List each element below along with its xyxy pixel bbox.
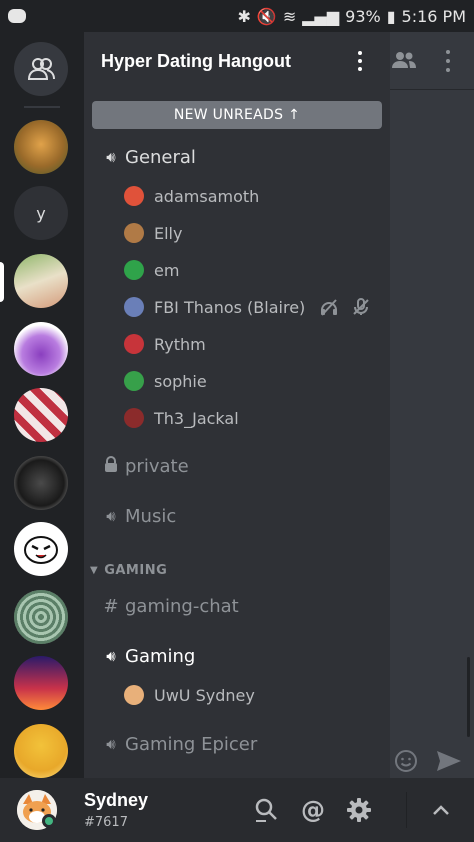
voice-user[interactable]: adamsamoth <box>84 181 390 211</box>
chevron-down-icon: ▼ <box>90 564 99 576</box>
channel-label: Gaming Epicer <box>125 733 258 755</box>
search-button[interactable] <box>252 796 280 824</box>
avatar <box>124 685 144 705</box>
signal-icon: ▂▄▆ <box>302 6 340 26</box>
voice-user-name: FBI Thanos (Blaire) <box>154 297 306 317</box>
muted-mic-icon <box>353 298 369 315</box>
voice-user[interactable]: UwU Sydney <box>84 680 390 710</box>
channel-label: private <box>125 455 189 477</box>
chat-scrollbar[interactable] <box>467 657 470 737</box>
chat-preview <box>390 32 474 778</box>
angry-face-icon <box>24 536 58 564</box>
bluetooth-icon: ✱ <box>237 6 251 26</box>
voice-user-name: Rythm <box>154 334 206 354</box>
speaker-icon: 🔊︎ <box>106 507 116 525</box>
avatar <box>124 371 144 391</box>
battery-icon: ▮ <box>386 6 396 26</box>
server-menu-icon[interactable] <box>350 49 370 73</box>
avatar <box>124 186 144 206</box>
discord-notification-icon <box>8 9 26 23</box>
channel-label: Music <box>125 505 177 527</box>
voice-channel-gaming[interactable]: 🔊︎ Gaming <box>84 640 390 672</box>
chevron-up-icon <box>433 805 449 815</box>
avatar <box>124 297 144 317</box>
hash-icon: # <box>103 595 119 617</box>
voice-channel-general[interactable]: 🔊︎ General <box>84 141 390 173</box>
category-gaming[interactable]: ▼ GAMING <box>84 558 390 582</box>
members-icon[interactable] <box>392 50 416 70</box>
username: Sydney <box>84 790 149 810</box>
battery-level: 93% <box>345 6 381 26</box>
voice-user[interactable]: em <box>84 255 390 285</box>
channel-panel: Hyper Dating Hangout NEW UNREADS ↑ 🔊︎ Ge… <box>84 32 390 778</box>
voice-user[interactable]: Rythm <box>84 329 390 359</box>
user-discriminator: #7617 <box>84 815 128 830</box>
voice-user-name: sophie <box>154 371 207 391</box>
mute-icon: 🔇 <box>256 6 277 26</box>
voice-user-name: Elly <box>154 223 183 243</box>
emoji-icon[interactable] <box>394 749 418 773</box>
avatar <box>124 334 144 354</box>
voice-user-name: Th3_Jackal <box>154 408 239 428</box>
server-rail: y <box>0 32 84 778</box>
search-icon <box>255 798 277 822</box>
userbar-divider <box>406 792 407 828</box>
server-icon-purple-girl[interactable] <box>14 322 68 376</box>
server-icon-yellow[interactable] <box>14 724 68 778</box>
server-title: Hyper Dating Hangout <box>101 50 292 71</box>
friends-home-button[interactable] <box>14 42 68 96</box>
mentions-button[interactable]: @ <box>299 796 327 824</box>
channel-label: gaming-chat <box>125 595 239 617</box>
voice-user-name: UwU Sydney <box>154 685 255 705</box>
gear-icon <box>347 798 371 822</box>
voice-user[interactable]: Th3_Jackal <box>84 403 390 433</box>
server-icon-face[interactable] <box>14 522 68 576</box>
voice-user[interactable]: FBI Thanos (Blaire) <box>84 292 390 322</box>
send-icon[interactable] <box>436 749 462 773</box>
text-channel-gaming-chat[interactable]: # gaming-chat <box>84 590 390 622</box>
avatar <box>124 223 144 243</box>
friends-icon <box>27 58 55 80</box>
lock-icon <box>102 456 120 476</box>
channel-label: Gaming <box>125 645 196 667</box>
speaker-icon: 🔊︎ <box>106 647 116 665</box>
new-unreads-banner[interactable]: NEW UNREADS ↑ <box>92 101 382 129</box>
avatar <box>124 408 144 428</box>
user-panel: Sydney #7617 @ <box>0 778 474 842</box>
voice-channel-gaming-epicer[interactable]: 🔊︎ Gaming Epicer <box>84 728 390 760</box>
server-icon-cat[interactable] <box>14 120 68 174</box>
mention-icon: @ <box>301 796 325 824</box>
expand-button[interactable] <box>427 796 455 824</box>
voice-user-name: em <box>154 260 180 280</box>
active-server-indicator <box>0 262 4 302</box>
server-icon-anime[interactable] <box>14 254 68 308</box>
server-icon-triangle[interactable] <box>14 456 68 510</box>
speaker-icon: 🔊︎ <box>106 148 116 166</box>
deafened-icon <box>321 299 337 316</box>
rail-separator <box>24 106 60 108</box>
chat-more-icon[interactable] <box>446 50 450 72</box>
server-icon-green[interactable] <box>14 590 68 644</box>
online-status-dot <box>42 814 56 828</box>
server-icon-sunset[interactable] <box>14 656 68 710</box>
text-channel-private[interactable]: private <box>84 450 390 482</box>
voice-user-name: adamsamoth <box>154 186 260 206</box>
clock: 5:16 PM <box>401 6 466 26</box>
server-icon-y[interactable]: y <box>14 186 68 240</box>
speaker-icon: 🔊︎ <box>106 735 116 753</box>
status-bar: ✱ 🔇 ≋ ▂▄▆ 93% ▮ 5:16 PM <box>0 0 474 32</box>
category-label: GAMING <box>104 562 168 578</box>
channel-label: General <box>125 146 196 168</box>
wifi-icon: ≋ <box>282 6 297 26</box>
settings-button[interactable] <box>345 796 373 824</box>
server-header[interactable]: Hyper Dating Hangout <box>84 32 390 90</box>
voice-user[interactable]: Elly <box>84 218 390 248</box>
voice-user[interactable]: sophie <box>84 366 390 396</box>
avatar <box>124 260 144 280</box>
voice-channel-music[interactable]: 🔊︎ Music <box>84 500 390 532</box>
server-icon-friends[interactable] <box>14 388 68 442</box>
chat-header <box>390 32 474 90</box>
server-letter: y <box>36 203 46 223</box>
